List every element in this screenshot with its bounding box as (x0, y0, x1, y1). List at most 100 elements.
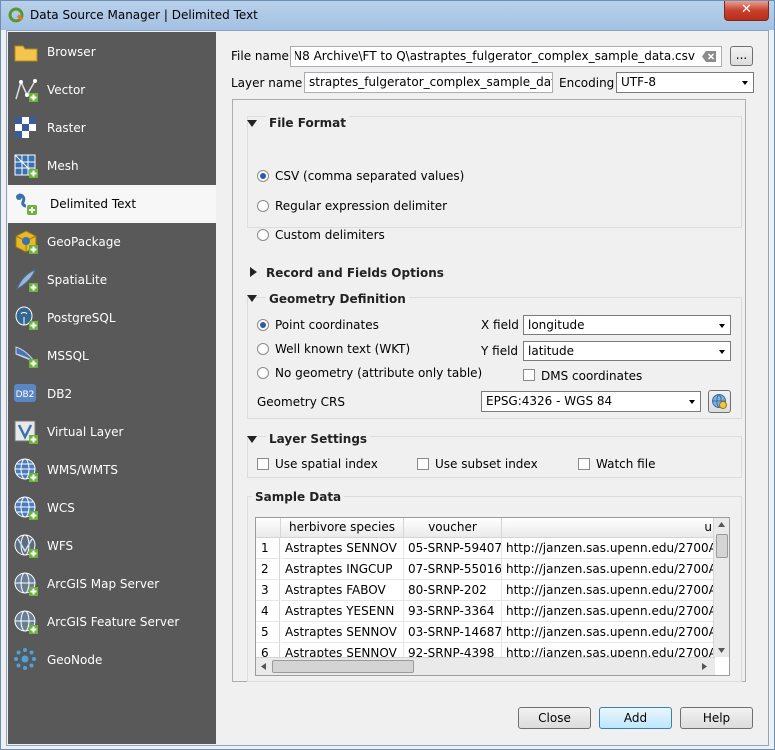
sidebar-item-virtual-layer[interactable]: Virtual Layer (8, 413, 216, 451)
spatial-index-label[interactable]: Use spatial index (275, 457, 378, 471)
table-row[interactable]: 1 Astraptes SENNOV 05-SRNP-59407 http://… (256, 538, 715, 559)
subset-index-checkbox[interactable] (417, 458, 429, 470)
source-sidebar: Browser Vector Raster Mesh Delimited Tex… (8, 32, 216, 744)
y-field-label: Y field (481, 344, 519, 358)
sidebar-item-postgresql[interactable]: PostgreSQL (8, 299, 216, 337)
chevron-down-icon (742, 81, 748, 85)
watch-file-label[interactable]: Watch file (596, 457, 655, 471)
scroll-left-icon[interactable] (261, 663, 266, 670)
wkt-label[interactable]: Well known text (WKT) (275, 342, 410, 356)
layer-name-label: Layer name (231, 76, 303, 90)
y-field-select[interactable]: latitude (523, 341, 731, 361)
point-coordinates-radio[interactable] (257, 319, 269, 331)
row-number: 3 (256, 580, 280, 601)
close-button[interactable]: Close (518, 707, 591, 729)
crs-select[interactable]: EPSG:4326 - WGS 84 (481, 391, 701, 412)
cell-species: Astraptes FABOV (281, 580, 404, 601)
sidebar-item-raster[interactable]: Raster (8, 109, 216, 147)
point-coordinates-label[interactable]: Point coordinates (275, 318, 379, 332)
expand-arrow-icon[interactable] (250, 267, 257, 277)
geonode-icon (14, 648, 36, 670)
sample-data-table[interactable]: herbivore species voucher u 1 Astraptes … (255, 517, 730, 676)
sidebar-item-browser[interactable]: Browser (8, 33, 216, 71)
geometry-title[interactable]: Geometry Definition (266, 292, 409, 306)
row-number: 4 (256, 601, 280, 622)
cell-url: http://janzen.sas.upenn.edu/2700AR (502, 622, 715, 643)
column-header[interactable]: voucher (404, 518, 502, 538)
table-row[interactable]: 4 Astraptes YESENN 93-SRNP-3364 http://j… (256, 601, 715, 622)
x-field-value: longitude (528, 318, 585, 332)
add-button[interactable]: Add (599, 707, 672, 729)
sidebar-item-arcgis-map-server[interactable]: ArcGIS Map Server (8, 565, 216, 603)
scroll-up-icon[interactable] (718, 522, 725, 527)
column-header[interactable]: u (502, 518, 715, 538)
x-field-select[interactable]: longitude (523, 315, 731, 335)
horizontal-scrollbar[interactable] (256, 657, 715, 675)
y-field-value: latitude (528, 344, 575, 358)
regex-radio[interactable] (257, 200, 269, 212)
sidebar-item-wcs[interactable]: WCS (8, 489, 216, 527)
horizontal-scroll-thumb[interactable] (272, 660, 414, 673)
sidebar-item-mssql[interactable]: MSSQL (8, 337, 216, 375)
vertical-scroll-thumb[interactable] (716, 534, 728, 558)
cell-species: Astraptes SENNOV (281, 538, 404, 559)
corner-header (256, 518, 281, 538)
layer-name-input[interactable]: straptes_fulgerator_complex_sample_data (304, 72, 553, 93)
qgis-logo-icon (8, 7, 24, 23)
no-geometry-radio[interactable] (257, 367, 269, 379)
cell-url: http://janzen.sas.upenn.edu/2700AR (502, 559, 715, 580)
geometry-crs-label: Geometry CRS (257, 395, 345, 409)
record-fields-title[interactable]: Record and Fields Options (266, 266, 444, 280)
watch-file-checkbox[interactable] (578, 458, 590, 470)
column-header[interactable]: herbivore species (281, 518, 404, 538)
browse-button[interactable]: ... (730, 46, 753, 66)
help-button[interactable]: Help (680, 707, 753, 729)
table-row[interactable]: 3 Astraptes FABOV 80-SRNP-202 http://jan… (256, 580, 715, 601)
sidebar-item-wms-wmts[interactable]: WMS/WMTS (8, 451, 216, 489)
cell-species: Astraptes YESENN (281, 601, 404, 622)
table-row[interactable]: 2 Astraptes INGCUP 07-SRNP-55016 http://… (256, 559, 715, 580)
sidebar-item-vector[interactable]: Vector (8, 71, 216, 109)
sidebar-item-mesh[interactable]: Mesh (8, 147, 216, 185)
row-number: 5 (256, 622, 280, 643)
dms-coordinates-label[interactable]: DMS coordinates (541, 369, 642, 383)
folder-icon (14, 45, 38, 62)
x-field-label: X field (481, 318, 519, 332)
dms-coordinates-checkbox[interactable] (523, 369, 535, 381)
sidebar-item-geopackage[interactable]: GeoPackage (8, 223, 216, 261)
no-geometry-label[interactable]: No geometry (attribute only table) (275, 366, 482, 380)
spatial-index-checkbox[interactable] (257, 458, 269, 470)
file-name-input[interactable]: ISN8 Archive\FT to Q\astraptes_fulgerato… (290, 46, 722, 67)
regex-label[interactable]: Regular expression delimiter (275, 199, 447, 213)
sidebar-item-spatialite[interactable]: SpatiaLite (8, 261, 216, 299)
cell-species: Astraptes INGCUP (281, 559, 404, 580)
csv-radio[interactable] (257, 170, 269, 182)
custom-delimiters-radio[interactable] (257, 229, 269, 241)
file-format-title[interactable]: File Format (266, 116, 349, 130)
crs-value: EPSG:4326 - WGS 84 (486, 394, 613, 408)
sidebar-item-arcgis-feature-server[interactable]: ArcGIS Feature Server (8, 603, 216, 641)
collapse-arrow-icon[interactable] (247, 436, 257, 443)
sidebar-item-delimited-text[interactable]: Delimited Text (8, 185, 216, 223)
arcgis-feature-server-icon (14, 610, 38, 634)
collapse-arrow-icon[interactable] (247, 120, 257, 127)
sidebar-item-wfs[interactable]: WFS (8, 527, 216, 565)
layer-settings-title[interactable]: Layer Settings (266, 432, 371, 446)
title-bar[interactable]: Data Source Manager | Delimited Text ✕ (1, 1, 774, 30)
subset-index-label[interactable]: Use subset index (435, 457, 538, 471)
crs-selector-button[interactable] (708, 390, 731, 413)
virtual-layer-icon (14, 420, 38, 444)
scroll-right-icon[interactable] (702, 663, 707, 670)
csv-label[interactable]: CSV (comma separated values) (275, 169, 464, 183)
encoding-select[interactable]: UTF-8 (616, 72, 754, 93)
clear-text-icon[interactable] (702, 51, 716, 62)
collapse-arrow-icon[interactable] (247, 295, 257, 302)
vertical-scrollbar[interactable] (713, 518, 729, 657)
wkt-radio[interactable] (257, 343, 269, 355)
sidebar-item-geonode[interactable]: GeoNode (8, 641, 216, 679)
window-close-button[interactable]: ✕ (724, 1, 769, 21)
sidebar-item-db2[interactable]: DB2 DB2 (8, 375, 216, 413)
table-row[interactable]: 5 Astraptes SENNOV 03-SRNP-14687 http://… (256, 622, 715, 643)
scroll-down-icon[interactable] (718, 648, 725, 653)
custom-delimiters-label[interactable]: Custom delimiters (275, 228, 385, 242)
